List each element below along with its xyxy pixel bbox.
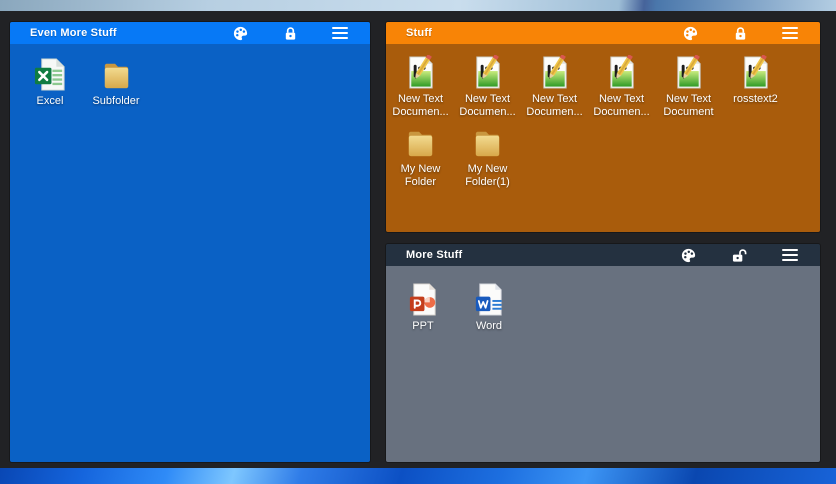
item-label: New Text Documen... xyxy=(459,93,516,118)
text-document-icon xyxy=(671,55,706,90)
desktop-item-my-new-folder[interactable]: My New Folder xyxy=(387,125,454,189)
wallpaper-top-strip xyxy=(0,0,836,11)
lock-icon[interactable] xyxy=(283,26,298,41)
desktop-item-new-text-document[interactable]: New Text Documen... xyxy=(387,55,454,119)
fence-body: PPT Word xyxy=(386,266,820,462)
desktop-item-excel[interactable]: Excel xyxy=(17,57,83,108)
item-label: Word xyxy=(475,320,503,332)
folder-icon xyxy=(403,125,438,160)
desktop-item-my-new-folder-1[interactable]: My New Folder(1) xyxy=(454,125,521,189)
desktop-item-new-text-document[interactable]: New Text Documen... xyxy=(521,55,588,119)
palette-icon[interactable] xyxy=(680,247,697,264)
text-document-icon xyxy=(738,55,773,90)
desktop-item-rosstext2[interactable]: rosstext2 xyxy=(722,55,789,119)
desktop-item-new-text-document[interactable]: New Text Documen... xyxy=(454,55,521,119)
palette-icon[interactable] xyxy=(232,25,249,42)
text-document-icon xyxy=(604,55,639,90)
fence-controls xyxy=(232,25,370,42)
folder-icon xyxy=(99,57,134,92)
fence-title: Stuff xyxy=(406,27,433,39)
fence-controls xyxy=(680,247,820,264)
item-label: Excel xyxy=(36,95,64,107)
fence-body: New Text Documen... New Text Documen... … xyxy=(386,44,820,232)
item-label: New Text Document xyxy=(663,93,714,118)
item-label: My New Folder(1) xyxy=(465,163,510,188)
fence-titlebar[interactable]: Stuff xyxy=(386,22,820,44)
fence-title: Even More Stuff xyxy=(30,27,117,39)
item-label: Subfolder xyxy=(92,95,140,107)
text-document-icon xyxy=(470,55,505,90)
desktop-item-subfolder[interactable]: Subfolder xyxy=(83,57,149,108)
desktop-item-new-text-document[interactable]: New Text Document xyxy=(655,55,722,119)
desktop-item-ppt[interactable]: PPT xyxy=(390,282,456,333)
ppt-file-icon xyxy=(406,282,441,317)
item-label: New Text Documen... xyxy=(593,93,650,118)
wallpaper-bottom-strip xyxy=(0,468,836,484)
folder-icon xyxy=(470,125,505,160)
menu-icon[interactable] xyxy=(782,249,798,261)
item-label: New Text Documen... xyxy=(526,93,583,118)
item-label: My New Folder xyxy=(400,163,441,188)
palette-icon[interactable] xyxy=(682,25,699,42)
menu-icon[interactable] xyxy=(332,27,348,39)
desktop-item-new-text-document[interactable]: New Text Documen... xyxy=(588,55,655,119)
desktop-item-word[interactable]: Word xyxy=(456,282,522,333)
fence-more-stuff: More Stuff PPT Word xyxy=(386,244,820,462)
fence-controls xyxy=(682,25,820,42)
fence-titlebar[interactable]: More Stuff xyxy=(386,244,820,266)
fence-stuff: Stuff New Text Documen... New Text Docum… xyxy=(386,22,820,232)
fence-even-more-stuff: Even More Stuff Excel Subfolder xyxy=(10,22,370,462)
menu-icon[interactable] xyxy=(782,27,798,39)
item-label: New Text Documen... xyxy=(392,93,449,118)
lock-icon[interactable] xyxy=(733,26,748,41)
item-label: rosstext2 xyxy=(733,93,778,105)
fence-body: Excel Subfolder xyxy=(10,44,370,462)
excel-file-icon xyxy=(33,57,68,92)
fence-title: More Stuff xyxy=(406,249,463,261)
fence-titlebar[interactable]: Even More Stuff xyxy=(10,22,370,44)
unlock-icon[interactable] xyxy=(731,248,748,263)
item-label: PPT xyxy=(412,320,434,332)
text-document-icon xyxy=(403,55,438,90)
desktop: Even More Stuff Excel Subfolder Stuff Ne… xyxy=(0,0,836,484)
text-document-icon xyxy=(537,55,572,90)
word-file-icon xyxy=(472,282,507,317)
